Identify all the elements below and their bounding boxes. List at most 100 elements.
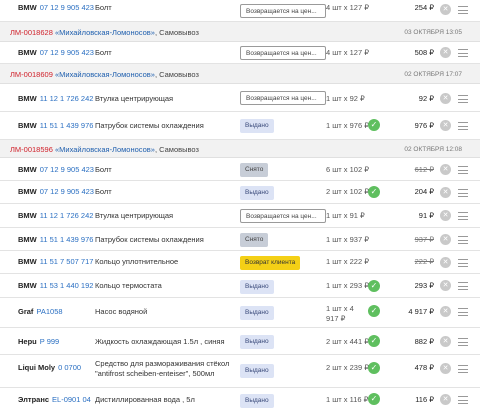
- list-item[interactable]: BMW 11 51 1 439 976 Патрубок системы охла…: [0, 112, 480, 140]
- list-item[interactable]: BMW 11 51 7 507 717 Кольцо уплотнительное…: [0, 251, 480, 274]
- menu-icon[interactable]: [458, 122, 468, 130]
- order-number[interactable]: ЛМ-0018609 «Михайловская-Ломоносов», Сам…: [10, 70, 199, 79]
- close-icon[interactable]: ✕: [440, 210, 451, 221]
- close-icon[interactable]: ✕: [440, 47, 451, 58]
- close-icon[interactable]: ✕: [440, 120, 451, 131]
- order-store[interactable]: «Михайловская-Ломоносов»: [55, 28, 155, 37]
- item-qty: 4 шт x 127 ₽: [326, 3, 369, 12]
- item-qty: 2 шт x 102 ₽: [326, 187, 369, 196]
- menu-icon[interactable]: [458, 166, 468, 174]
- status-badge[interactable]: Возвращается на цен...: [240, 91, 326, 105]
- item-article[interactable]: 11 53 1 440 192: [40, 281, 94, 290]
- item-article[interactable]: 07 12 9 905 423: [40, 165, 94, 174]
- item-name: Втулка центрирующая: [95, 94, 174, 103]
- menu-icon[interactable]: [458, 49, 468, 57]
- item-article[interactable]: 07 12 9 905 423: [40, 187, 94, 196]
- order-store[interactable]: «Михайловская-Ломоносов»: [55, 145, 155, 154]
- order-date: 03 октября 13:05: [404, 29, 462, 36]
- status-badge[interactable]: Выдано: [240, 280, 274, 294]
- close-icon[interactable]: ✕: [440, 280, 451, 291]
- item-article[interactable]: 11 51 1 439 976: [40, 235, 94, 244]
- list-item[interactable]: Liqui Moly 0 0700 Средство для разморажив…: [0, 355, 480, 388]
- menu-icon[interactable]: [458, 259, 468, 267]
- item-article[interactable]: 07 12 9 905 423: [40, 48, 94, 57]
- status-badge[interactable]: Выдано: [240, 119, 274, 133]
- item-sum: 882 ₽: [414, 337, 434, 346]
- item-article[interactable]: 11 12 1 726 242: [40, 211, 94, 220]
- item-article[interactable]: 11 51 7 507 717: [40, 257, 94, 266]
- list-item[interactable]: BMW 07 12 9 905 423 Болт Возвращается на …: [0, 42, 480, 64]
- status-badge[interactable]: Снято: [240, 233, 269, 247]
- order-header[interactable]: ЛМ-0018609 «Михайловская-Ломоносов», Сам…: [0, 64, 480, 84]
- check-icon: ✓: [368, 186, 380, 198]
- item-article[interactable]: 07 12 9 905 423: [40, 3, 94, 12]
- list-item[interactable]: Hepu P 999 Жидкость охлаждающая 1.5л , си…: [0, 328, 480, 355]
- item-article[interactable]: 11 51 1 439 976: [40, 121, 94, 130]
- status-badge[interactable]: Возвращается на цен...: [240, 46, 326, 60]
- menu-icon[interactable]: [458, 189, 468, 197]
- status-badge[interactable]: Выдано: [240, 394, 274, 408]
- order-delivery: Самовывоз: [159, 70, 199, 79]
- item-article[interactable]: PA1058: [36, 307, 62, 316]
- menu-icon[interactable]: [458, 212, 468, 220]
- close-icon[interactable]: ✕: [440, 164, 451, 175]
- status-badge[interactable]: Выдано: [240, 335, 274, 349]
- list-item[interactable]: BMW 07 12 9 905 423 Болт Снято 6 шт x 102…: [0, 158, 480, 181]
- item-name: Патрубок системы охлаждения: [95, 121, 204, 130]
- menu-icon[interactable]: [458, 365, 468, 373]
- item-brand: BMW 07 12 9 905 423: [18, 3, 94, 12]
- order-store[interactable]: «Михайловская-Ломоносов»: [55, 70, 155, 79]
- menu-icon[interactable]: [458, 95, 468, 103]
- status-badge[interactable]: Выдано: [240, 306, 274, 320]
- list-item[interactable]: BMW 11 12 1 726 242 Втулка центрирующая В…: [0, 84, 480, 112]
- menu-icon[interactable]: [458, 396, 468, 404]
- item-article[interactable]: 11 12 1 726 242: [40, 94, 94, 103]
- close-icon[interactable]: ✕: [440, 363, 451, 374]
- status-badge[interactable]: Выдано: [240, 186, 274, 200]
- menu-icon[interactable]: [458, 6, 468, 14]
- menu-icon[interactable]: [458, 308, 468, 316]
- list-item[interactable]: BMW 11 53 1 440 192 Кольцо термостата Выд…: [0, 274, 480, 298]
- status-badge[interactable]: Возвращается на цен...: [240, 209, 326, 223]
- status-badge[interactable]: Снято: [240, 163, 269, 177]
- item-brand: BMW 07 12 9 905 423: [18, 187, 94, 196]
- order-header[interactable]: ЛМ-0018596 «Михайловская-Ломоносов», Сам…: [0, 140, 480, 158]
- close-icon[interactable]: ✕: [440, 306, 451, 317]
- menu-icon[interactable]: [458, 282, 468, 290]
- item-sum: 508 ₽: [414, 48, 434, 57]
- order-number[interactable]: ЛМ-0018596 «Михайловская-Ломоносов», Сам…: [10, 145, 199, 154]
- item-brand: BMW 07 12 9 905 423: [18, 48, 94, 57]
- list-item[interactable]: Graf PA1058 Насос водяной Выдано 1 шт x 4…: [0, 298, 480, 328]
- order-header[interactable]: ЛМ-0018628 «Михайловская-Ломоносов», Сам…: [0, 22, 480, 42]
- item-article[interactable]: 0 0700: [58, 363, 81, 372]
- status-badge[interactable]: Возвращается на цен...: [240, 4, 326, 18]
- list-item[interactable]: BMW 07 12 9 905 423 Болт Выдано 2 шт x 10…: [0, 181, 480, 204]
- list-item[interactable]: BMW 11 12 1 726 242 Втулка центрирующая В…: [0, 204, 480, 228]
- item-brand: BMW 11 51 7 507 717: [18, 257, 94, 266]
- item-brand: BMW 11 12 1 726 242: [18, 94, 94, 103]
- list-item[interactable]: BMW 07 12 9 905 423 Болт Возвращается на …: [0, 0, 480, 22]
- status-badge[interactable]: Выдано: [240, 364, 274, 378]
- item-brand: Liqui Moly 0 0700: [18, 363, 82, 372]
- item-article[interactable]: P 999: [40, 337, 59, 346]
- close-icon[interactable]: ✕: [440, 394, 451, 405]
- menu-icon[interactable]: [458, 338, 468, 346]
- menu-icon[interactable]: [458, 236, 468, 244]
- order-number[interactable]: ЛМ-0018628 «Михайловская-Ломоносов», Сам…: [10, 28, 199, 37]
- order-date: 02 октября 12:08: [404, 146, 462, 153]
- item-name: Болт: [95, 187, 112, 196]
- close-icon[interactable]: ✕: [440, 4, 451, 15]
- close-icon[interactable]: ✕: [440, 234, 451, 245]
- list-item[interactable]: Элтранс EL-0901 04 Дистиллированная вода …: [0, 388, 480, 413]
- close-icon[interactable]: ✕: [440, 257, 451, 268]
- close-icon[interactable]: ✕: [440, 336, 451, 347]
- list-item[interactable]: BMW 11 51 1 439 976 Патрубок системы охла…: [0, 228, 480, 251]
- order-date: 02 октября 17:07: [404, 71, 462, 78]
- item-article[interactable]: EL-0901 04: [52, 395, 91, 404]
- item-brand: Элтранс EL-0901 04: [18, 395, 91, 404]
- item-sum: 937 ₽: [414, 235, 434, 244]
- item-qty: 6 шт x 102 ₽: [326, 165, 369, 174]
- status-badge[interactable]: Возврат клиента: [240, 256, 301, 270]
- close-icon[interactable]: ✕: [440, 93, 451, 104]
- close-icon[interactable]: ✕: [440, 187, 451, 198]
